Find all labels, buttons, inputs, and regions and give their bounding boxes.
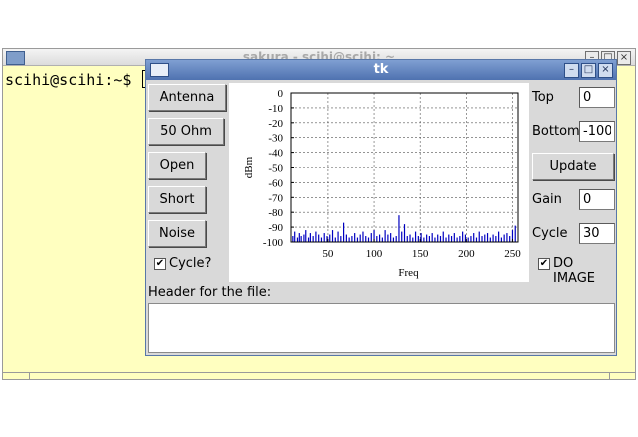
y-tick-label: -40 bbox=[268, 148, 283, 160]
do-image-checkbox[interactable]: ✔ bbox=[538, 258, 550, 270]
y-tick-label: -80 bbox=[268, 207, 283, 219]
close-icon[interactable]: × bbox=[617, 51, 631, 65]
tk-titlebar[interactable]: tk – □ × bbox=[146, 60, 616, 80]
y-tick-label: -70 bbox=[268, 192, 283, 204]
x-tick-label: 200 bbox=[458, 248, 475, 260]
top-input[interactable] bbox=[579, 87, 615, 108]
bottom-label: Bottom bbox=[532, 124, 580, 139]
short-button[interactable]: Short bbox=[148, 186, 206, 213]
y-tick-label: -60 bbox=[268, 177, 283, 189]
maximize-icon[interactable]: □ bbox=[581, 63, 596, 78]
terminal-bottom-edge bbox=[3, 372, 635, 379]
y-tick-label: -90 bbox=[268, 222, 283, 234]
y-tick-label: 0 bbox=[278, 88, 284, 100]
y-tick-label: -50 bbox=[268, 163, 283, 175]
gain-label: Gain bbox=[532, 192, 562, 207]
gain-input[interactable] bbox=[579, 189, 615, 210]
y-tick-label: -30 bbox=[268, 133, 283, 145]
y-tick-label: -10 bbox=[268, 103, 283, 115]
antenna-button[interactable]: Antenna bbox=[148, 84, 226, 111]
do-image-checkbox-label: DO IMAGE bbox=[553, 256, 596, 286]
header-textarea[interactable] bbox=[148, 303, 615, 353]
y-tick-label: -20 bbox=[268, 118, 283, 130]
header-label: Header for the file: bbox=[148, 285, 272, 300]
terminal-prompt: scihi@scihi:~$ bbox=[5, 71, 132, 89]
close-icon[interactable]: × bbox=[598, 63, 613, 78]
y-tick-label: -100 bbox=[263, 237, 284, 249]
spectrum-plot: 0 -10 -20 -30 -40 -50 -60 -70 -80 -90 -100 50 100 150… bbox=[229, 83, 529, 282]
tk-title: tk bbox=[373, 62, 389, 77]
minimize-icon[interactable]: – bbox=[564, 63, 579, 78]
cycle-input[interactable] bbox=[579, 223, 615, 244]
x-axis-label: Freq bbox=[398, 267, 419, 279]
open-button[interactable]: Open bbox=[148, 152, 206, 179]
update-button[interactable]: Update bbox=[532, 153, 614, 180]
cycle-checkbox[interactable]: ✔ bbox=[154, 258, 166, 270]
tk-window: tk – □ × Antenna 50 Ohm Open Short Noise… bbox=[145, 59, 617, 356]
bottom-input[interactable] bbox=[579, 121, 615, 142]
noise-button[interactable]: Noise bbox=[148, 220, 206, 247]
spectrum-plot-svg: 0 -10 -20 -30 -40 -50 -60 -70 -80 -90 -100 50 100 150… bbox=[243, 88, 521, 279]
cycle-checkbox-label: Cycle? bbox=[169, 256, 212, 271]
y-axis-label: dBm bbox=[243, 156, 255, 178]
x-tick-label: 100 bbox=[366, 248, 383, 260]
x-tick-label: 250 bbox=[504, 248, 521, 260]
top-label: Top bbox=[532, 90, 554, 105]
cycle-label: Cycle bbox=[532, 226, 568, 241]
x-tick-label: 150 bbox=[412, 248, 429, 260]
x-tick-label: 50 bbox=[322, 248, 334, 260]
50-ohm-button[interactable]: 50 Ohm bbox=[148, 118, 224, 145]
